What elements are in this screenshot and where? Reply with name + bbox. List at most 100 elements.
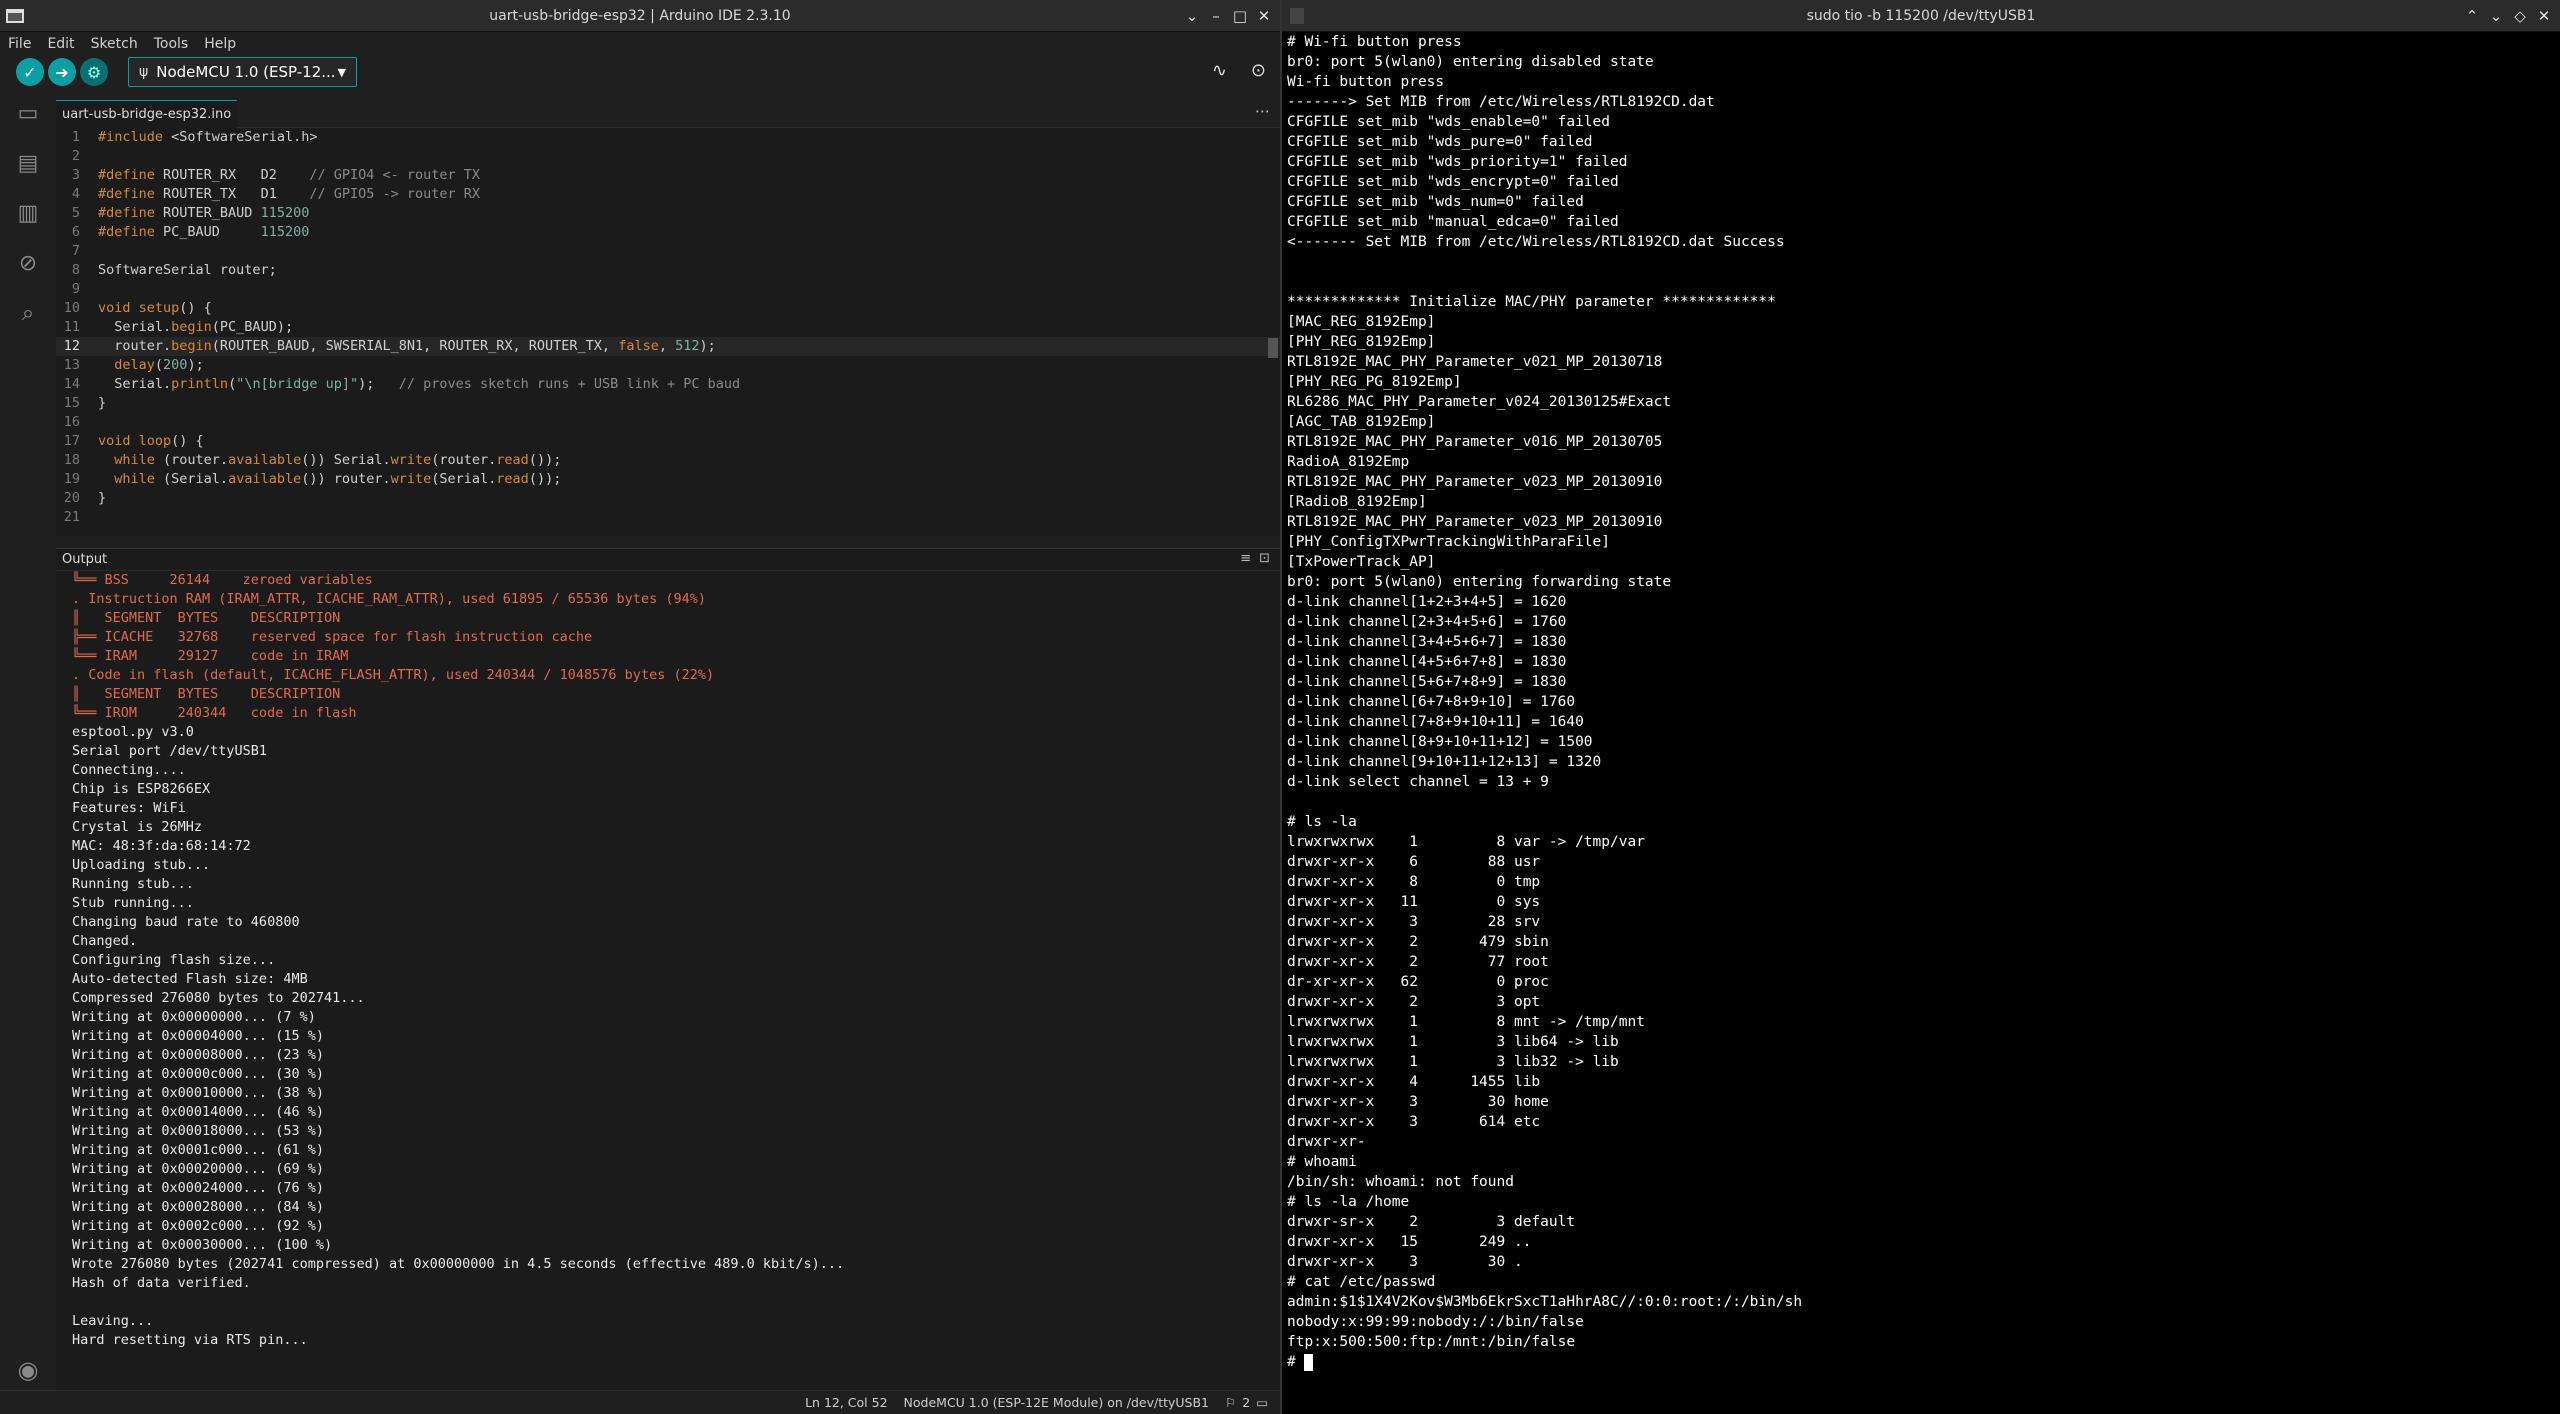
terminal-line: dr-xr-xr-x 62 0 proc xyxy=(1287,972,2560,992)
output-line: Serial port /dev/ttyUSB1 xyxy=(72,743,268,759)
code-text: #define ROUTER_BAUD 115200 xyxy=(98,205,310,221)
code-line[interactable]: 12 router.begin(ROUTER_BAUD, SWSERIAL_8N… xyxy=(56,337,1280,356)
menu-tools[interactable]: Tools xyxy=(154,36,189,52)
code-text: void setup() { xyxy=(98,300,212,316)
minimize-icon[interactable]: – xyxy=(1206,6,1226,26)
code-line[interactable]: 17 void loop() { xyxy=(56,432,1280,451)
terminal-line: # whoami xyxy=(1287,1152,2560,1172)
menu-file[interactable]: File xyxy=(8,36,31,52)
terminal-output[interactable]: # Wi-fi button press br0: port 5(wlan0) e… xyxy=(1282,32,2560,1414)
code-line[interactable]: 4 #define ROUTER_TX D1 // GPIO5 -> router… xyxy=(56,185,1280,204)
terminal-line-text: ************* Initialize MAC/PHY paramet… xyxy=(1287,294,1776,310)
code-line[interactable]: 1 #include <SoftwareSerial.h> xyxy=(56,128,1280,147)
terminal-line: drwxr-xr-x 2 77 root xyxy=(1287,952,2560,972)
terminal-line: # ls -la /home xyxy=(1287,1192,2560,1212)
clear-output-icon[interactable]: ≡ xyxy=(1240,551,1251,566)
verify-button[interactable]: ✓ xyxy=(16,58,44,86)
output-panel: Output ≡ ⊡ ╚══ BSS 26144 zeroed variable… xyxy=(56,548,1280,1390)
code-line[interactable]: 9 xyxy=(56,280,1280,299)
line-number: 11 xyxy=(63,319,80,335)
code-line[interactable]: 6 #define PC_BAUD 115200 xyxy=(56,223,1280,242)
folder-icon[interactable]: ▭ xyxy=(0,88,56,138)
maximize-icon[interactable]: ◇ xyxy=(2510,6,2530,26)
code-line[interactable]: 21 xyxy=(56,508,1280,527)
chevron-down-icon[interactable]: ⌄ xyxy=(2486,6,2506,26)
output-line: ║ SEGMENT BYTES DESCRIPTION xyxy=(72,610,341,626)
tab-sketch-file[interactable]: uart-usb-bridge-esp32.ino xyxy=(56,99,238,128)
code-line[interactable]: 10 void setup() { xyxy=(56,299,1280,318)
terminal-line-text: drwxr-xr-x 3 28 srv xyxy=(1287,914,1541,930)
tab-label: uart-usb-bridge-esp32.ino xyxy=(62,106,232,122)
menu-edit[interactable]: Edit xyxy=(47,36,74,52)
code-editor[interactable]: 1 #include <SoftwareSerial.h> 2 3 #define RO… xyxy=(56,128,1280,536)
output-line: Writing at 0x00024000... (76 %) xyxy=(72,1180,324,1196)
close-icon[interactable]: ✕ xyxy=(1254,6,1274,26)
terminal-line: lrwxrwxrwx 1 8 mnt -> /tmp/mnt xyxy=(1287,1012,2560,1032)
status-bar: Ln 12, Col 52 NodeMCU 1.0 (ESP-12E Modul… xyxy=(0,1390,1280,1414)
code-line[interactable]: 11 Serial.begin(PC_BAUD); xyxy=(56,318,1280,337)
output-log[interactable]: ╚══ BSS 26144 zeroed variables . Instruct… xyxy=(56,571,1280,1390)
code-text: } xyxy=(98,395,107,411)
line-number: 2 xyxy=(71,148,80,164)
editor-area: uart-usb-bridge-esp32.ino ⋯ 1 #include <S… xyxy=(56,99,1280,536)
menu-help[interactable]: Help xyxy=(204,36,236,52)
maximize-icon[interactable]: □ xyxy=(1230,6,1250,26)
board-selector[interactable]: ψ NodeMCU 1.0 (ESP-12... ▼ xyxy=(128,57,357,87)
ide-window-title: uart-usb-bridge-esp32 | Arduino IDE 2.3.… xyxy=(489,7,791,24)
terminal-line-text: lrwxrwxrwx 1 8 mnt -> /tmp/mnt xyxy=(1287,1014,1645,1030)
toolbar-right: ∿ ⊙ xyxy=(1212,60,1266,81)
search-icon[interactable]: ⌕ xyxy=(0,288,56,338)
code-line[interactable]: 18 while (router.available()) Serial.wri… xyxy=(56,451,1280,470)
terminal-line: CFGFILE set_mib "wds_pure=0" failed xyxy=(1287,132,2560,152)
cursor-position[interactable]: Ln 12, Col 52 xyxy=(805,1395,887,1410)
terminal-line: [PHY_REG_8192Emp] xyxy=(1287,332,2560,352)
terminal-line: d-link channel[7+8+9+10+11] = 1640 xyxy=(1287,712,2560,732)
output-line: Writing at 0x00000000... (7 %) xyxy=(72,1009,316,1025)
panel-toggle-icon[interactable]: ▭ xyxy=(1256,1395,1268,1410)
terminal-line: d-link channel[2+3+4+5+6] = 1760 xyxy=(1287,612,2560,632)
output-line: Writing at 0x00004000... (15 %) xyxy=(72,1028,324,1044)
terminal-line-text: ftp:x:500:500:ftp:/mnt:/bin/false xyxy=(1287,1334,1576,1350)
notifications[interactable]: ⚐ 2 ▭ xyxy=(1225,1395,1268,1410)
board-port-status[interactable]: NodeMCU 1.0 (ESP-12E Module) on /dev/tty… xyxy=(904,1395,1209,1410)
serial-monitor-icon[interactable]: ⊙ xyxy=(1251,60,1266,81)
chevron-up-icon[interactable]: ⌃ xyxy=(2462,6,2482,26)
close-icon[interactable]: ✕ xyxy=(2534,6,2554,26)
output-line: MAC: 48:3f:da:68:14:72 xyxy=(72,838,251,854)
line-number: 1 xyxy=(71,129,80,145)
code-line[interactable]: 8 SoftwareSerial router; xyxy=(56,261,1280,280)
lock-icon[interactable]: ⊡ xyxy=(1259,551,1270,566)
output-line: Connecting.... xyxy=(72,762,186,778)
debug-button[interactable]: ⚙ xyxy=(80,58,108,86)
code-line[interactable]: 2 xyxy=(56,147,1280,166)
upload-button[interactable]: ➜ xyxy=(48,58,76,86)
terminal-line: RL6286_MAC_PHY_Parameter_v024_20130125#E… xyxy=(1287,392,2560,412)
terminal-line: drwxr-xr-x 4 1455 lib xyxy=(1287,1072,2560,1092)
editor-tabs: uart-usb-bridge-esp32.ino ⋯ xyxy=(56,99,1280,128)
code-line[interactable]: 19 while (Serial.available()) router.wri… xyxy=(56,470,1280,489)
account-icon[interactable]: ◉ xyxy=(0,1356,56,1384)
menu-sketch[interactable]: Sketch xyxy=(91,36,138,52)
more-icon[interactable]: ⋯ xyxy=(1255,102,1270,120)
library-manager-icon[interactable]: ▥ xyxy=(0,188,56,238)
code-line[interactable]: 15} xyxy=(56,394,1280,413)
code-line[interactable]: 13 delay(200); xyxy=(56,356,1280,375)
terminal-line-text: [AGC_TAB_8192Emp] xyxy=(1287,414,1436,430)
terminal-line-text: br0: port 5(wlan0) entering disabled sta… xyxy=(1287,54,1654,70)
code-line[interactable]: 16 xyxy=(56,413,1280,432)
terminal-line: RadioA_8192Emp xyxy=(1287,452,2560,472)
code-line[interactable]: 7 xyxy=(56,242,1280,261)
code-line[interactable]: 14 Serial.println("\n[bridge up]"); // p… xyxy=(56,375,1280,394)
code-text: void loop() { xyxy=(98,433,204,449)
terminal-line: RTL8192E_MAC_PHY_Parameter_v023_MP_20130… xyxy=(1287,512,2560,532)
code-text: Serial.println("\n[bridge up]"); // prov… xyxy=(98,376,741,392)
chevron-down-icon[interactable]: ⌄ xyxy=(1182,6,1202,26)
code-line[interactable]: 3 #define ROUTER_RX D2 // GPIO4 <- router… xyxy=(56,166,1280,185)
code-line[interactable]: 5 #define ROUTER_BAUD 115200 xyxy=(56,204,1280,223)
boards-manager-icon[interactable]: ▤ xyxy=(0,138,56,188)
serial-plotter-icon[interactable]: ∿ xyxy=(1212,60,1227,81)
debug-icon[interactable]: ⊘ xyxy=(0,238,56,288)
code-line[interactable]: 20} xyxy=(56,489,1280,508)
editor-scrollbar[interactable] xyxy=(1268,338,1278,358)
terminal-line-text: CFGFILE set_mib "wds_enable=0" failed xyxy=(1287,114,1611,130)
